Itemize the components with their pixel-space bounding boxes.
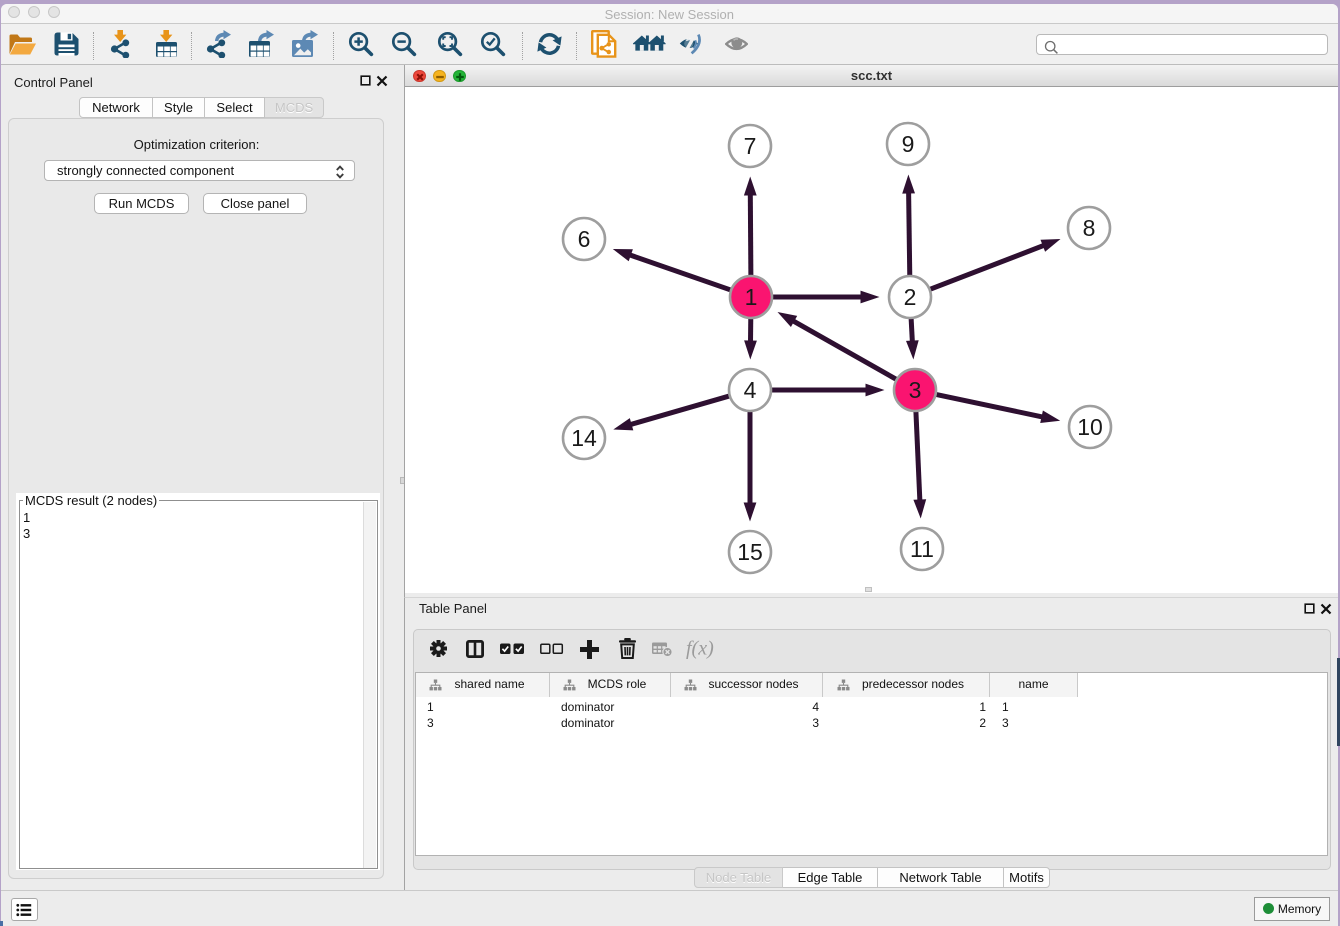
svg-text:11: 11 — [910, 536, 934, 562]
svg-text:4: 4 — [744, 377, 757, 403]
svg-text:10: 10 — [1077, 414, 1103, 440]
svg-text:1: 1 — [745, 284, 758, 310]
svg-text:3: 3 — [909, 377, 922, 403]
svg-text:15: 15 — [737, 539, 763, 565]
svg-text:7: 7 — [744, 133, 757, 159]
svg-text:9: 9 — [902, 131, 915, 157]
svg-text:f(x): f(x) — [686, 638, 714, 660]
svg-text:6: 6 — [578, 226, 591, 252]
svg-text:14: 14 — [571, 425, 597, 451]
svg-text:2: 2 — [904, 284, 917, 310]
svg-text:8: 8 — [1083, 215, 1096, 241]
